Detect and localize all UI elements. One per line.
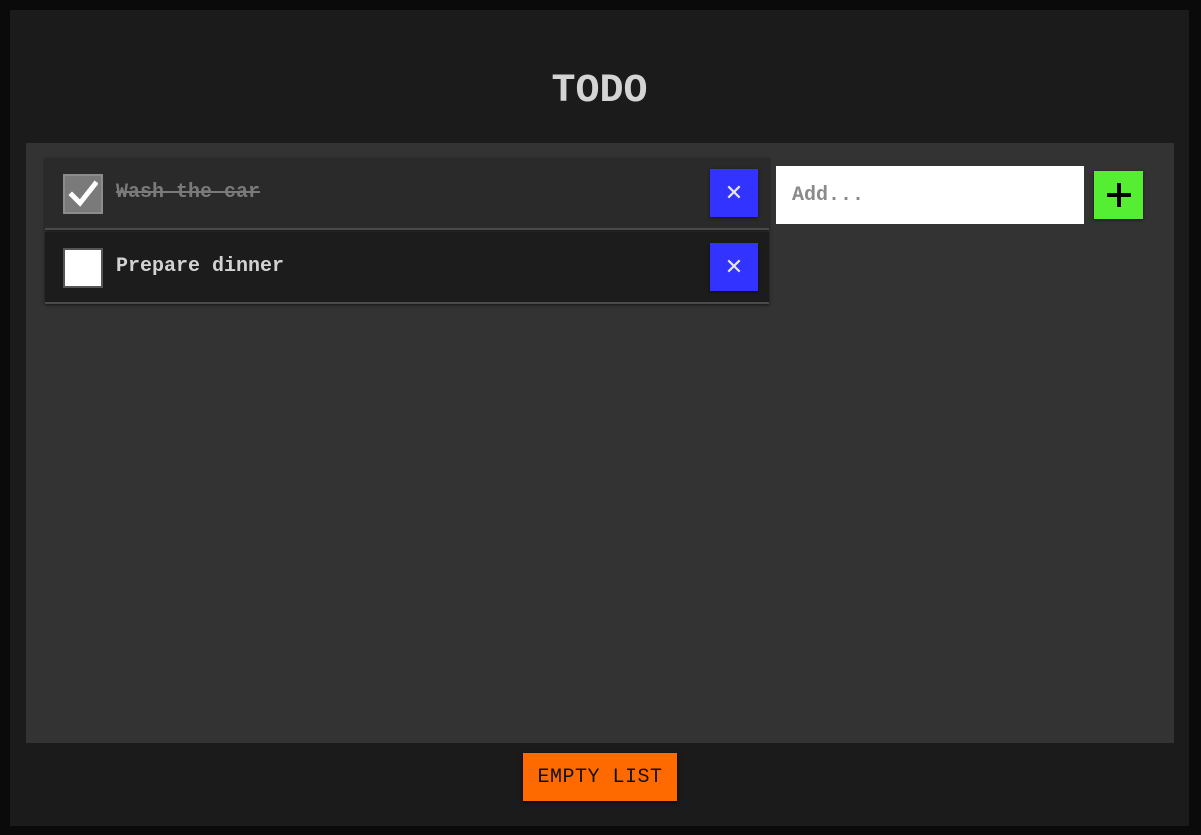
page-title: TODO <box>551 69 648 114</box>
todo-panel: Wash the car ✕ Prepare dinner ✕ <box>26 143 1174 743</box>
close-icon: ✕ <box>724 180 744 206</box>
todo-label: Wash the car <box>116 181 261 204</box>
todo-app: TODO Wash the car ✕ Prepare dinner ✕ Add… <box>10 10 1189 826</box>
todo-checkbox[interactable] <box>63 174 103 214</box>
checkmark-icon <box>68 180 98 207</box>
empty-list-button[interactable]: EMPTY LIST <box>523 753 677 801</box>
todo-checkbox[interactable] <box>63 248 103 288</box>
todo-label: Prepare dinner <box>116 255 285 278</box>
delete-button[interactable]: ✕ <box>710 169 758 217</box>
plus-icon <box>1106 183 1131 207</box>
add-todo-input[interactable] <box>776 166 1084 224</box>
todo-item: Wash the car ✕ <box>45 158 769 230</box>
todo-list: Wash the car ✕ Prepare dinner ✕ <box>45 158 769 306</box>
todo-item: Prepare dinner ✕ <box>45 232 769 304</box>
add-button[interactable] <box>1094 171 1143 219</box>
close-icon: ✕ <box>724 254 744 280</box>
delete-button[interactable]: ✕ <box>710 243 758 291</box>
